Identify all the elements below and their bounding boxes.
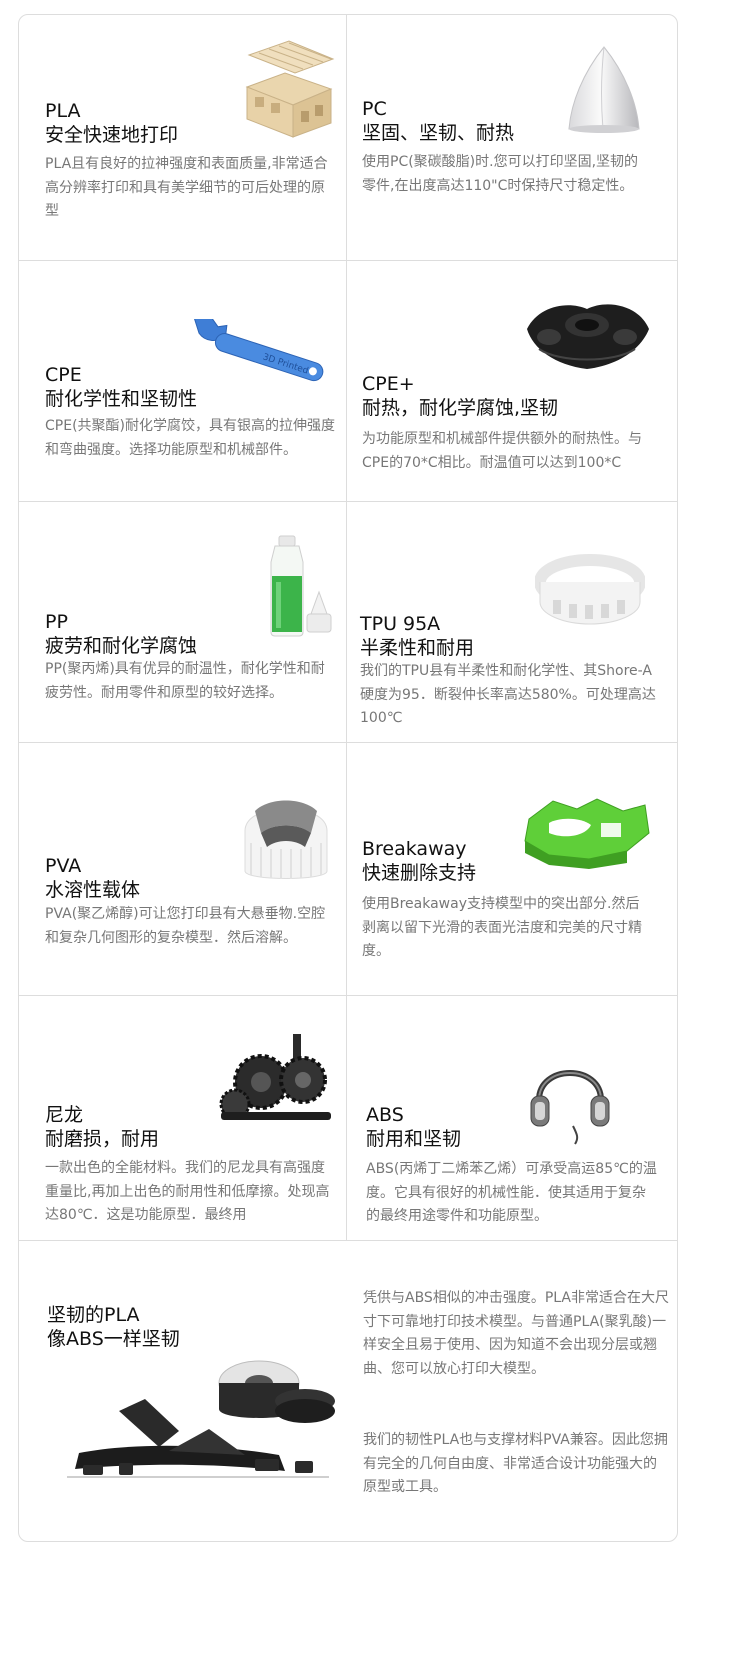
tough-pla-section: 坚韧的PLA 像ABS一样坚韧 凭供与ABS相似的冲击强度。PLA非常适合在大尺… xyxy=(19,1241,677,1541)
material-subtitle: 耐磨损，耐用 xyxy=(45,1128,160,1150)
materials-grid: PLA 安全快速地打印 PLA且有良好的拉神强度和表面质量,非常适合高分辨率打印… xyxy=(18,14,678,1542)
material-card-abs: ABS 耐用和坚韧 ABS(丙烯丁二烯苯乙烯）可承受高运85℃的温度。它具有很好… xyxy=(347,996,677,1240)
materials-row: PLA 安全快速地打印 PLA且有良好的拉神强度和表面质量,非常适合高分辨率打印… xyxy=(19,15,677,261)
material-card-cpe: 3D Printed CPE 耐化学性和坚韧性 CPE(共聚酯)耐化学腐饺，具有… xyxy=(19,261,347,501)
material-description: 为功能原型和机械部件提供额外的耐热性。与CPE的70*C相比。耐温值可以达到10… xyxy=(362,431,642,471)
material-card-tpu: TPU 95A 半柔性和耐用 我们的TPU县有半柔性和耐化学性、其Shore-A… xyxy=(347,502,677,742)
material-card-nylon: 尼龙 耐磨损，耐用 一款出色的全能材料。我们的尼龙具有高强度重量比,再加上出色的… xyxy=(19,996,347,1240)
material-description: PP(聚丙烯)具有优异的耐温性，耐化学性和耐疲劳性。耐用零件和原型的较好选择。 xyxy=(45,661,325,701)
material-description: 使用PC(聚碳酸脂)时.您可以打印坚固,坚韧的零件,在出度高达110"C时保持尺… xyxy=(362,154,639,194)
material-description: PVA(聚乙烯醇)可让您打印县有大悬垂物.空腔和复杂几何图形的复杂模型．然后溶解… xyxy=(45,906,326,946)
breakaway-part-image xyxy=(524,798,650,869)
gear-assembly-image xyxy=(219,1034,331,1120)
material-subtitle: 耐用和坚韧 xyxy=(366,1128,462,1150)
material-card-pva: PVA 水溶性载体 PVA(聚乙烯醇)可让您打印县有大悬垂物.空腔和复杂几何图形… xyxy=(19,743,347,995)
material-name: TPU 95A xyxy=(360,613,441,635)
material-description: PLA且有良好的拉神强度和表面质量,非常适合高分辨率打印和具有美学细节的可后处理… xyxy=(45,156,328,219)
material-description: 一款出色的全能材料。我们的尼龙具有高强度重量比,再加上出色的耐用性和低摩擦。处现… xyxy=(45,1160,330,1223)
material-card-breakaway: Breakaway 快速删除支持 使用Breakaway支持模型中的突出部分.然… xyxy=(347,743,677,995)
material-card-pla: PLA 安全快速地打印 PLA且有良好的拉神强度和表面质量,非常适合高分辨率打印… xyxy=(19,15,347,260)
material-name: 尼龙 xyxy=(45,1104,84,1126)
section-paragraph: 凭供与ABS相似的冲击强度。PLA非常适合在大尺寸下可靠地打印技术模型。与普通P… xyxy=(363,1290,669,1377)
section-subtitle: 像ABS一样坚韧 xyxy=(47,1328,180,1350)
material-description: 我们的TPU县有半柔性和耐化学性、其Shore-A硬度为95．断裂仲长率高达58… xyxy=(360,663,656,726)
flexible-band-image xyxy=(535,554,645,625)
wrench-image: 3D Printed xyxy=(193,319,324,382)
material-name: CPE xyxy=(45,364,82,386)
material-description: CPE(共聚酯)耐化学腐饺，具有银高的拉伸强度和弯曲强度。选择功能原型和机械部件… xyxy=(45,418,335,458)
material-description: 使用Breakaway支持模型中的突出部分.然后剥离以留下光滑的表面光洁度和完美… xyxy=(362,896,642,959)
material-subtitle: 耐热，耐化学腐蚀,坚韧 xyxy=(362,397,559,419)
material-subtitle: 安全快速地打印 xyxy=(45,124,179,146)
material-subtitle: 坚固、坚韧、耐热 xyxy=(362,122,515,144)
material-subtitle: 快速删除支持 xyxy=(362,862,477,884)
material-subtitle: 耐化学性和坚韧性 xyxy=(45,388,198,410)
nose-cone-image xyxy=(568,46,640,133)
material-card-cpe-plus: CPE+ 耐热，耐化学腐蚀,坚韧 为功能原型和机械部件提供额外的耐热性。与CPE… xyxy=(347,261,677,501)
materials-row: PVA 水溶性载体 PVA(聚乙烯醇)可让您打印县有大悬垂物.空腔和复杂几何图形… xyxy=(19,743,677,996)
section-paragraph: 我们的韧性PLA也与支撑材料PVA兼容。因此您拥有完全的几何自由度、非常适合设计… xyxy=(363,1432,668,1495)
material-name: PLA xyxy=(45,100,81,122)
material-subtitle: 半柔性和耐用 xyxy=(360,637,475,659)
material-name: PVA xyxy=(45,855,82,877)
material-subtitle: 疲劳和耐化学腐蚀 xyxy=(45,635,198,657)
headphones-image xyxy=(530,1070,610,1145)
house-model-image xyxy=(245,40,335,138)
materials-row: 尼龙 耐磨损，耐用 一款出色的全能材料。我们的尼龙具有高强度重量比,再加上出色的… xyxy=(19,996,677,1241)
black-part-image xyxy=(527,304,649,369)
section-title: 坚韧的PLA xyxy=(47,1304,140,1326)
material-name: PC xyxy=(362,98,387,120)
material-name: Breakaway xyxy=(362,838,467,860)
bottle-image xyxy=(270,535,332,637)
spools-and-parts-image xyxy=(67,1360,335,1478)
material-subtitle: 水溶性载体 xyxy=(45,879,141,901)
dissolvable-support-image xyxy=(244,800,328,879)
material-card-pp: PP 疲劳和耐化学腐蚀 PP(聚丙烯)具有优异的耐温性，耐化学性和耐疲劳性。耐用… xyxy=(19,502,347,742)
materials-row: 3D Printed CPE 耐化学性和坚韧性 CPE(共聚酯)耐化学腐饺，具有… xyxy=(19,261,677,502)
material-name: ABS xyxy=(366,1104,404,1126)
material-card-pc: PC 坚固、坚韧、耐热 使用PC(聚碳酸脂)时.您可以打印坚固,坚韧的零件,在出… xyxy=(347,15,677,260)
material-name: PP xyxy=(45,611,68,633)
material-description: ABS(丙烯丁二烯苯乙烯）可承受高运85℃的温度。它具有很好的机械性能．使其适用… xyxy=(366,1161,657,1224)
material-name: CPE+ xyxy=(362,373,415,395)
materials-row: PP 疲劳和耐化学腐蚀 PP(聚丙烯)具有优异的耐温性，耐化学性和耐疲劳性。耐用… xyxy=(19,502,677,743)
